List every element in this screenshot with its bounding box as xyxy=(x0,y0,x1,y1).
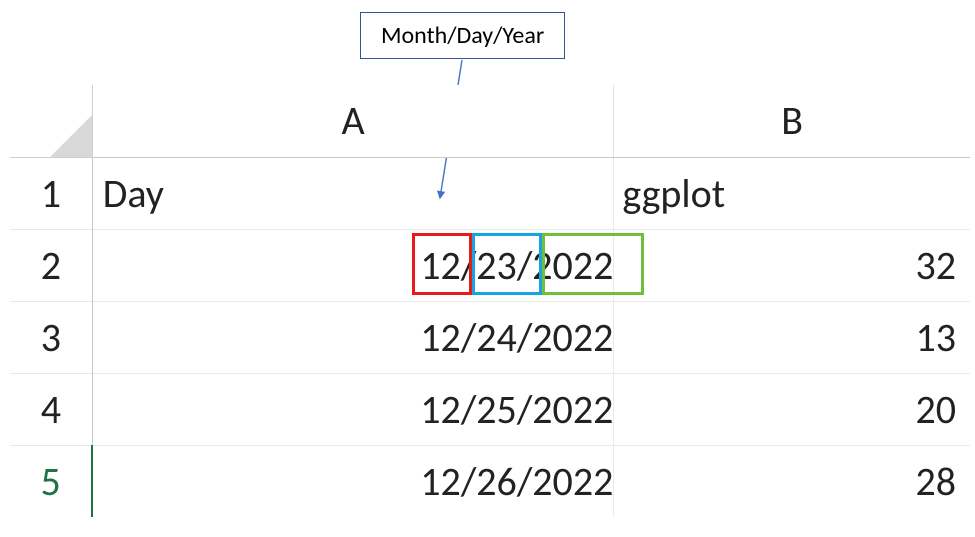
column-header-a-label: A xyxy=(341,96,364,145)
cell-b2[interactable]: 32 xyxy=(614,229,970,301)
row-header-label: 3 xyxy=(41,313,61,362)
row-header-label: 5 xyxy=(40,457,60,506)
table-row: 5 12/26/2022 28 xyxy=(10,445,970,517)
row-header-label: 2 xyxy=(41,241,61,290)
column-header-a[interactable]: A xyxy=(92,85,614,157)
cell-a5-value: 12/26/2022 xyxy=(420,457,613,506)
cell-b3-value: 13 xyxy=(915,313,956,362)
row-header-label: 1 xyxy=(41,169,61,218)
cell-a1-value: Day xyxy=(103,169,164,218)
cell-a5[interactable]: 12/26/2022 xyxy=(92,445,614,517)
cell-a2[interactable]: 12/23/2022 xyxy=(92,229,614,301)
cell-a4[interactable]: 12/25/2022 xyxy=(92,373,614,445)
row-header-3[interactable]: 3 xyxy=(10,301,92,373)
cell-a3[interactable]: 12/24/2022 xyxy=(92,301,614,373)
table-row: 2 12/23/2022 32 xyxy=(10,229,970,301)
table-row: 1 Day ggplot xyxy=(10,157,970,229)
row-header-4[interactable]: 4 xyxy=(10,373,92,445)
select-all-corner[interactable] xyxy=(10,85,92,157)
cell-b3[interactable]: 13 xyxy=(614,301,970,373)
column-header-row: A B xyxy=(10,85,970,157)
cell-b1-value: ggplot xyxy=(622,169,725,218)
row-header-5[interactable]: 5 xyxy=(10,445,92,517)
cell-b5[interactable]: 28 xyxy=(614,445,970,517)
cell-b4-value: 20 xyxy=(915,385,956,434)
spreadsheet-grid: A B 1 Day ggplot 2 12/23/2022 3 xyxy=(10,85,970,517)
cell-a3-value: 12/24/2022 xyxy=(420,313,613,362)
column-header-b-label: B xyxy=(781,96,803,145)
date-value-wrap: 12/23/2022 xyxy=(420,241,613,290)
row-header-label: 4 xyxy=(41,385,61,434)
cell-a1[interactable]: Day xyxy=(92,157,614,229)
table-row: 4 12/25/2022 20 xyxy=(10,373,970,445)
annotation-callout: Month/Day/Year xyxy=(360,12,565,59)
row-header-2[interactable]: 2 xyxy=(10,229,92,301)
cell-b4[interactable]: 20 xyxy=(614,373,970,445)
table-row: 3 12/24/2022 13 xyxy=(10,301,970,373)
cell-b1[interactable]: ggplot xyxy=(614,157,970,229)
cell-b5-value: 28 xyxy=(915,457,956,506)
annotation-text: Month/Day/Year xyxy=(381,21,544,50)
cell-a4-value: 12/25/2022 xyxy=(420,385,613,434)
select-all-triangle-icon xyxy=(50,115,92,157)
row-header-1[interactable]: 1 xyxy=(10,157,92,229)
cell-b2-value: 32 xyxy=(915,241,956,290)
cell-a2-value: 12/23/2022 xyxy=(420,241,613,290)
column-header-b[interactable]: B xyxy=(614,85,970,157)
